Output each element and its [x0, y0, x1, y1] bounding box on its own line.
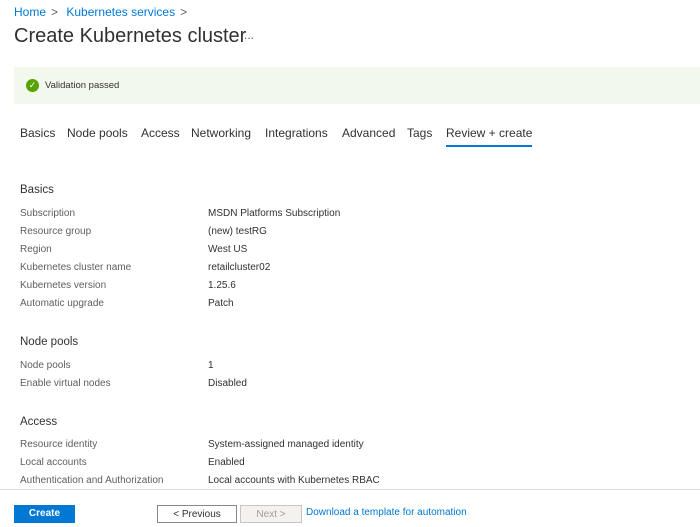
value: Patch — [208, 298, 234, 309]
label: Resource identity — [20, 439, 98, 450]
more-options-button[interactable]: ... — [244, 28, 254, 42]
value: (new) testRG — [208, 226, 267, 237]
section-title-basics: Basics — [20, 184, 54, 196]
download-template-link[interactable]: Download a template for automation — [306, 507, 467, 518]
value: Local accounts with Kubernetes RBAC — [208, 475, 380, 486]
chevron-right-icon: > — [180, 5, 188, 19]
breadcrumb: Home > Kubernetes services > — [14, 5, 192, 19]
breadcrumb-home[interactable]: Home — [14, 5, 46, 19]
value: 1 — [208, 360, 214, 371]
label: Resource group — [20, 226, 92, 237]
tab-access[interactable]: Access — [141, 126, 180, 140]
value: Disabled — [208, 378, 247, 389]
section-title-node-pools: Node pools — [20, 336, 79, 348]
previous-button[interactable]: < Previous — [157, 505, 237, 523]
validation-banner: ✓ Validation passed — [14, 67, 700, 104]
tab-basics[interactable]: Basics — [20, 126, 55, 140]
tab-node-pools[interactable]: Node pools — [67, 126, 128, 140]
tab-review-create[interactable]: Review + create — [446, 126, 533, 147]
label: Enable virtual nodes — [20, 378, 111, 389]
value: Enabled — [208, 457, 245, 468]
label: Node pools — [20, 360, 71, 371]
tab-integrations[interactable]: Integrations — [265, 126, 328, 140]
chevron-right-icon: > — [51, 5, 59, 19]
next-button[interactable]: Next > — [240, 505, 302, 523]
validation-text: Validation passed — [45, 80, 120, 91]
label: Automatic upgrade — [20, 298, 104, 309]
breadcrumb-kubernetes-services[interactable]: Kubernetes services — [66, 5, 175, 19]
label: Kubernetes version — [20, 280, 107, 291]
create-button[interactable]: Create — [14, 505, 75, 523]
label: Region — [20, 244, 52, 255]
label: Subscription — [20, 208, 76, 219]
footer-divider — [0, 489, 700, 490]
tab-networking[interactable]: Networking — [191, 126, 251, 140]
value: West US — [208, 244, 248, 255]
tab-advanced[interactable]: Advanced — [342, 126, 395, 140]
value: MSDN Platforms Subscription — [208, 208, 341, 219]
value: 1.25.6 — [208, 280, 236, 291]
checkmark-icon: ✓ — [26, 79, 39, 92]
label: Kubernetes cluster name — [20, 262, 132, 273]
value: System-assigned managed identity — [208, 439, 364, 450]
page-title: Create Kubernetes cluster — [14, 25, 247, 47]
label: Local accounts — [20, 457, 87, 468]
section-title-access: Access — [20, 416, 58, 428]
value: retailcluster02 — [208, 262, 271, 273]
tab-tags[interactable]: Tags — [407, 126, 432, 140]
label: Authentication and Authorization — [20, 475, 164, 486]
